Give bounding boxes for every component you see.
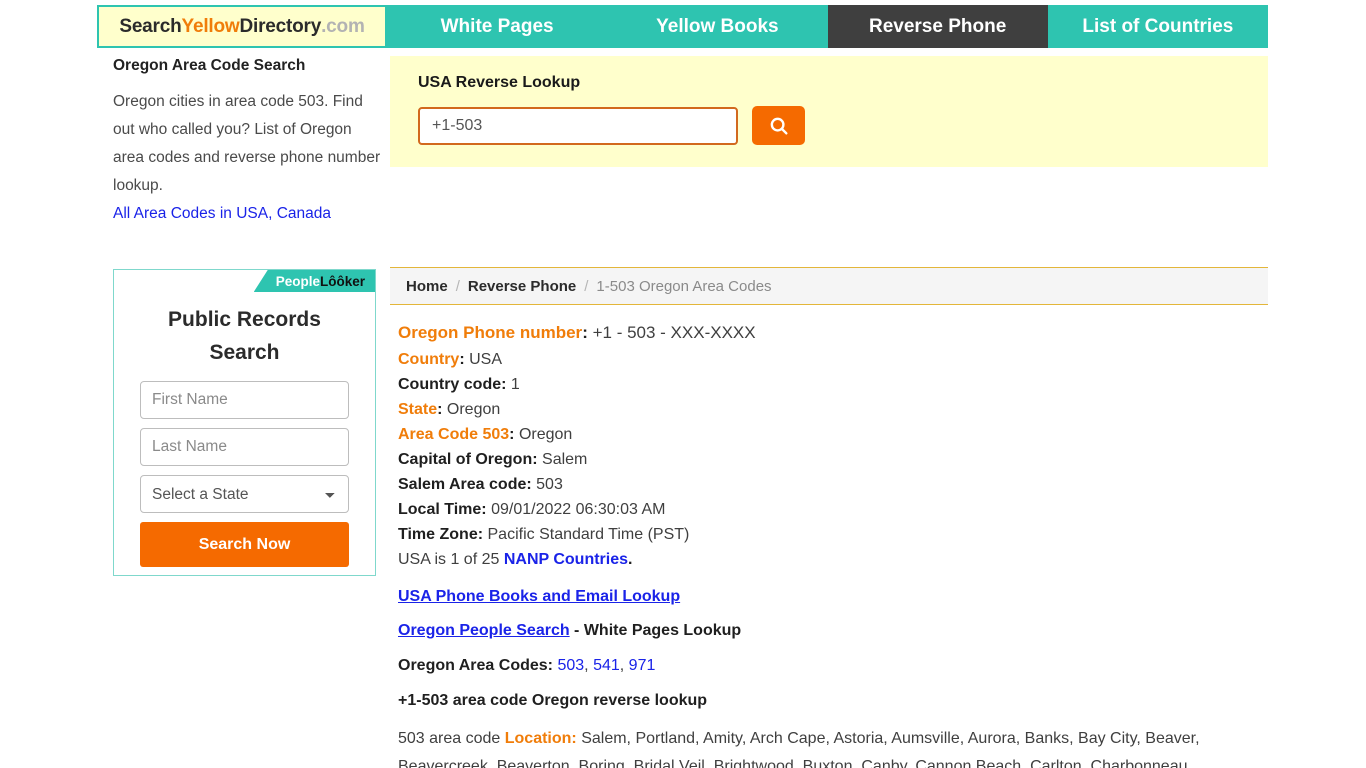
- sidebar-all-area-codes-link[interactable]: All Area Codes in USA, Canada: [113, 200, 381, 228]
- colon-4: :: [437, 401, 443, 418]
- fact-area-code-label[interactable]: Area Code 503: [398, 426, 509, 443]
- peoplelooker-search-button[interactable]: Search Now: [140, 522, 349, 567]
- logo-part-com: .com: [321, 15, 365, 37]
- location-label-link[interactable]: Location:: [505, 730, 577, 747]
- area-code-link-503[interactable]: 503: [557, 657, 584, 674]
- fact-time-zone-label: Time Zone: [398, 526, 478, 543]
- colon-1: :: [582, 323, 588, 342]
- peoplelooker-form: Select a State Search Now: [114, 369, 375, 567]
- reverse-lookup-panel: USA Reverse Lookup: [390, 56, 1268, 167]
- oregon-area-codes-label: Oregon Area Codes:: [398, 657, 553, 674]
- breadcrumb-current: 1-503 Oregon Area Codes: [596, 277, 772, 295]
- nav-item-yellow-books[interactable]: Yellow Books: [607, 5, 828, 48]
- fact-country-code-value: 1: [510, 376, 520, 393]
- location-prefix: 503 area code: [398, 730, 505, 747]
- fact-salem-area-code: Salem Area code: 503: [398, 472, 1268, 497]
- fact-country-label[interactable]: Country: [398, 351, 459, 368]
- logo-part-yellow: Yellow: [181, 15, 240, 37]
- peoplelooker-widget: PeopleLôôker Public Records Search Selec…: [113, 269, 376, 576]
- logo-part-directory: Directory: [239, 15, 322, 37]
- area-code-link-541[interactable]: 541: [593, 657, 620, 674]
- area-code-link-971[interactable]: 971: [629, 657, 656, 674]
- fact-state: State: Oregon: [398, 397, 1268, 422]
- phone-search-button[interactable]: [752, 106, 805, 145]
- nav-item-list-of-countries[interactable]: List of Countries: [1047, 5, 1268, 48]
- fact-area-code: Area Code 503: Oregon: [398, 422, 1268, 447]
- fact-time-zone-value: Pacific Standard Time (PST): [487, 526, 690, 543]
- fact-country: Country: USA: [398, 347, 1268, 372]
- area-code-facts: Oregon Phone number: +1 - 503 - XXX-XXXX…: [390, 305, 1268, 768]
- main-navigation: White Pages Yellow Books Reverse Phone L…: [387, 5, 1268, 48]
- fact-local-time: Local Time: 09/01/2022 06:30:03 AM: [398, 497, 1268, 522]
- fact-capital: Capital of Oregon: Salem: [398, 447, 1268, 472]
- fact-state-label[interactable]: State: [398, 401, 437, 418]
- reverse-lookup-subheading: +1-503 area code Oregon reverse lookup: [398, 692, 708, 709]
- state-select[interactable]: Select a State: [140, 475, 349, 513]
- fact-country-value: USA: [469, 351, 503, 368]
- oregon-area-codes-row: Oregon Area Codes: 503, 541, 971: [398, 657, 1268, 675]
- breadcrumb: Home / Reverse Phone / 1-503 Oregon Area…: [390, 267, 1268, 305]
- fact-capital-label: Capital of Oregon: [398, 451, 533, 468]
- peoplelooker-ribbon-wrap: People Lôôker: [114, 270, 375, 292]
- fact-area-code-value: Oregon: [518, 426, 573, 443]
- reverse-lookup-heading: USA Reverse Lookup: [418, 74, 581, 91]
- fact-state-value: Oregon: [446, 401, 501, 418]
- breadcrumb-separator-1: /: [455, 277, 460, 295]
- colon-2: :: [459, 351, 465, 368]
- site-header: Search Yellow Directory .com White Pages Ye…: [97, 5, 1268, 48]
- fact-capital-value: Salem: [542, 451, 588, 468]
- fact-time-zone: Time Zone: Pacific Standard Time (PST): [398, 522, 1268, 547]
- fact-country-code: Country code: 1: [398, 372, 1268, 397]
- colon-5: :: [509, 426, 515, 443]
- sidebar-title: Oregon Area Code Search: [113, 57, 306, 74]
- last-name-input[interactable]: [140, 428, 349, 466]
- fact-local-time-label: Local Time: [398, 501, 482, 518]
- usa-phone-books-link[interactable]: USA Phone Books and Email Lookup: [398, 588, 1268, 606]
- nav-item-white-pages[interactable]: White Pages: [387, 5, 608, 48]
- colon-8: :: [481, 501, 487, 518]
- oregon-people-search-row: Oregon People Search - White Pages Looku…: [398, 622, 1268, 640]
- location-cities-block: 503 area code Location: Salem, Portland,…: [398, 725, 1258, 768]
- fact-local-time-value: 09/01/2022 06:30:03 AM: [491, 501, 666, 518]
- peoplelooker-title: Public Records Search: [168, 308, 321, 364]
- peoplelooker-brand-looker: Lôôker: [319, 273, 365, 289]
- site-logo[interactable]: Search Yellow Directory .com: [97, 5, 387, 48]
- colon-7: :: [526, 476, 532, 493]
- fact-country-code-label: Country code: [398, 376, 502, 393]
- breadcrumb-reverse-phone[interactable]: Reverse Phone: [468, 278, 576, 295]
- logo-part-search: Search: [119, 15, 182, 37]
- peoplelooker-brand-people: People: [275, 273, 320, 289]
- breadcrumb-separator-2: /: [584, 277, 589, 295]
- fact-nanp-suffix: .: [628, 551, 633, 568]
- fact-nanp-prefix: USA is 1 of 25: [398, 551, 504, 568]
- fact-salem-area-code-label: Salem Area code: [398, 476, 527, 493]
- fact-nanp: USA is 1 of 25 NANP Countries.: [398, 547, 1268, 572]
- main-content: Home / Reverse Phone / 1-503 Oregon Area…: [390, 267, 1268, 768]
- phone-search-input[interactable]: [418, 106, 738, 145]
- reverse-lookup-form: [418, 106, 1268, 145]
- people-search-suffix: - White Pages Lookup: [569, 622, 742, 639]
- breadcrumb-home[interactable]: Home: [406, 278, 448, 295]
- sidebar: Oregon Area Code Search Oregon cities in…: [113, 56, 381, 228]
- colon-9: :: [477, 526, 484, 543]
- peoplelooker-brand: People Lôôker: [253, 270, 375, 292]
- colon-6: :: [532, 451, 538, 468]
- search-icon: [768, 115, 790, 137]
- sidebar-description: Oregon cities in area code 503. Find out…: [113, 93, 381, 195]
- fact-phone-number-label[interactable]: Oregon Phone number: [398, 323, 582, 342]
- colon-3: :: [501, 376, 507, 393]
- oregon-people-search-link[interactable]: Oregon People Search: [398, 622, 570, 639]
- nav-item-reverse-phone[interactable]: Reverse Phone: [827, 5, 1048, 48]
- first-name-input[interactable]: [140, 381, 349, 419]
- comma-1: ,: [584, 657, 589, 674]
- fact-phone-number-value: +1 - 503 - XXX-XXXX: [592, 323, 756, 342]
- comma-2: ,: [619, 657, 625, 674]
- fact-salem-area-code-value: 503: [536, 476, 563, 493]
- page-root: Search Yellow Directory .com White Pages Ye…: [0, 0, 1366, 768]
- nanp-countries-link[interactable]: NANP Countries: [504, 551, 628, 568]
- fact-phone-number: Oregon Phone number: +1 - 503 - XXX-XXXX: [398, 319, 1268, 347]
